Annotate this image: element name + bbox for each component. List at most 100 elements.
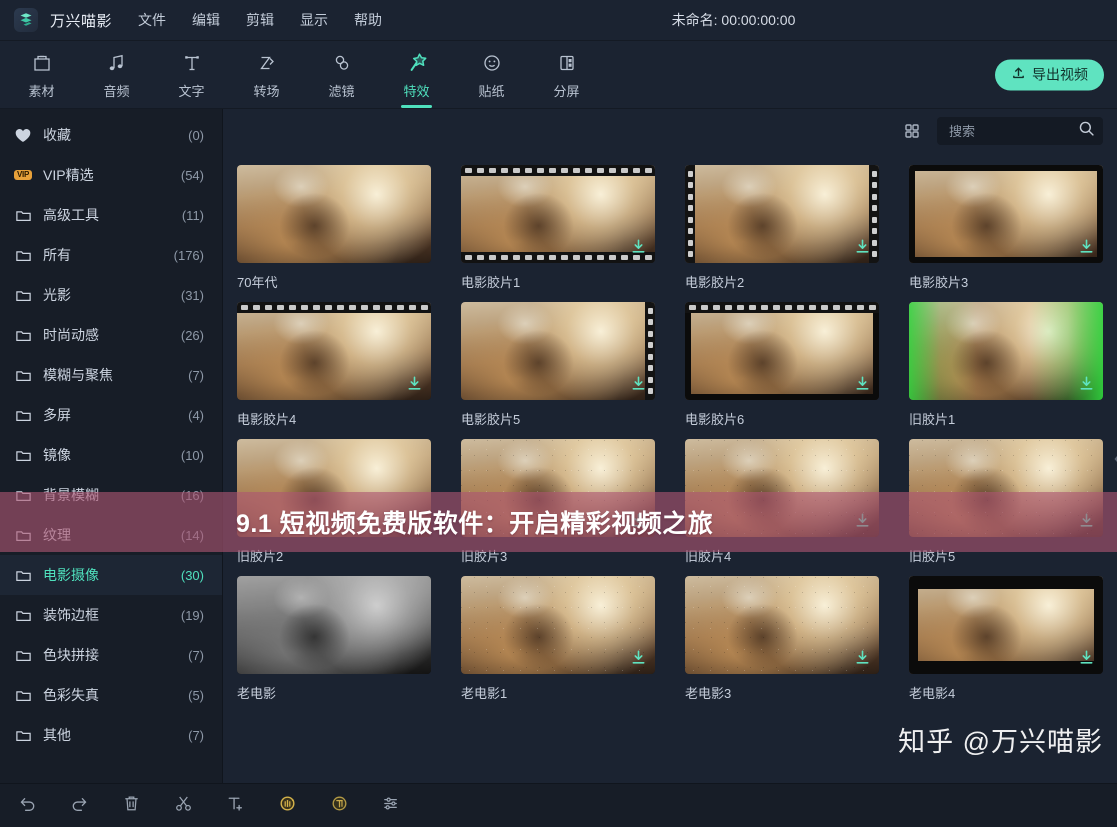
download-icon[interactable]: [853, 237, 871, 255]
adjust-button[interactable]: [378, 793, 404, 819]
add-text-icon: [225, 793, 246, 819]
redo-button[interactable]: [66, 793, 92, 819]
effect-cell[interactable]: 电影胶片2: [685, 153, 879, 290]
sidebar-item-8[interactable]: 镜像 (10): [0, 435, 222, 475]
effect-thumbnail[interactable]: [461, 302, 655, 400]
download-icon[interactable]: [1077, 374, 1095, 392]
download-icon[interactable]: [1077, 648, 1095, 666]
sidebar-item-15[interactable]: 其他 (7): [0, 715, 222, 755]
effect-cell[interactable]: 旧胶片5: [909, 427, 1103, 564]
effect-cell[interactable]: 旧胶片2: [237, 427, 431, 564]
tab-split-screen[interactable]: 分屏: [529, 41, 604, 108]
effect-thumbnail[interactable]: [909, 439, 1103, 537]
tab-text[interactable]: 文字: [154, 41, 229, 108]
download-icon[interactable]: [1077, 511, 1095, 529]
delete-button[interactable]: [118, 793, 144, 819]
download-icon[interactable]: [1077, 237, 1095, 255]
search-box[interactable]: [937, 117, 1103, 145]
effect-thumbnail[interactable]: [461, 165, 655, 263]
tab-sticker[interactable]: 贴纸: [454, 41, 529, 108]
download-icon[interactable]: [405, 374, 423, 392]
search-input[interactable]: [949, 123, 1072, 139]
effect-cell[interactable]: 70年代: [237, 153, 431, 290]
download-icon[interactable]: [853, 648, 871, 666]
undo-button[interactable]: [14, 793, 40, 819]
sidebar-item-9[interactable]: 背景模糊 (16): [0, 475, 222, 515]
sidebar-item-4[interactable]: 光影 (31): [0, 275, 222, 315]
sidebar-item-5[interactable]: 时尚动感 (26): [0, 315, 222, 355]
tab-audio[interactable]: 音频: [79, 41, 154, 108]
effect-cell[interactable]: 老电影: [237, 564, 431, 701]
tab-filter[interactable]: 滤镜: [304, 41, 379, 108]
folder-icon: [14, 367, 32, 384]
download-icon[interactable]: [629, 374, 647, 392]
tab-transition[interactable]: 转场: [229, 41, 304, 108]
effect-cell[interactable]: 电影胶片1: [461, 153, 655, 290]
sidebar-collapse-handle[interactable]: [1112, 442, 1117, 476]
sidebar-item-12[interactable]: 装饰边框 (19): [0, 595, 222, 635]
add-text-button[interactable]: [222, 793, 248, 819]
effect-thumbnail[interactable]: [685, 302, 879, 400]
download-icon[interactable]: [629, 237, 647, 255]
wondershare-logo-icon: [14, 8, 38, 32]
split-button[interactable]: [170, 793, 196, 819]
effect-thumbnail[interactable]: [237, 576, 431, 674]
effect-cell[interactable]: 老电影1: [461, 564, 655, 701]
menu-item-clip[interactable]: 剪辑: [246, 10, 274, 30]
sidebar-item-3[interactable]: 所有 (176): [0, 235, 222, 275]
effect-thumbnail[interactable]: [909, 576, 1103, 674]
sidebar-item-0[interactable]: 收藏 (0): [0, 115, 222, 155]
export-video-button[interactable]: 导出视频: [995, 59, 1104, 90]
menu-item-edit[interactable]: 编辑: [192, 10, 220, 30]
effect-cell[interactable]: 电影胶片5: [461, 290, 655, 427]
download-icon[interactable]: [853, 511, 871, 529]
effects-panel: 70年代 电影胶片1 电影胶片2 电影胶片3 电影胶片4 电影胶片5 电影胶片6 旧胶片1 旧胶…: [223, 109, 1117, 783]
effect-cell[interactable]: 电影胶片6: [685, 290, 879, 427]
effect-thumbnail[interactable]: [237, 165, 431, 263]
sidebar-item-count: (11): [181, 207, 204, 223]
effect-cell[interactable]: 老电影3: [685, 564, 879, 701]
effects-grid-scroll[interactable]: 70年代 电影胶片1 电影胶片2 电影胶片3 电影胶片4 电影胶片5 电影胶片6 旧胶片1 旧胶…: [223, 153, 1117, 783]
effect-thumbnail[interactable]: [461, 439, 655, 537]
menu-item-file[interactable]: 文件: [138, 10, 166, 30]
effect-thumbnail[interactable]: [685, 576, 879, 674]
search-icon[interactable]: [1078, 120, 1095, 142]
tab-filter-label: 滤镜: [328, 83, 355, 99]
effect-thumbnail[interactable]: [237, 439, 431, 537]
tab-effects[interactable]: 特效: [379, 41, 454, 108]
effect-thumbnail[interactable]: [685, 439, 879, 537]
effect-thumbnail[interactable]: [237, 302, 431, 400]
speed-button[interactable]: [326, 793, 352, 819]
effect-cell[interactable]: 旧胶片3: [461, 427, 655, 564]
effect-cell[interactable]: 旧胶片4: [685, 427, 879, 564]
effect-thumbnail[interactable]: [909, 165, 1103, 263]
sidebar-item-13[interactable]: 色块拼接 (7): [0, 635, 222, 675]
sidebar-item-6[interactable]: 模糊与聚焦 (7): [0, 355, 222, 395]
effect-cell[interactable]: 电影胶片3: [909, 153, 1103, 290]
grid-view-icon[interactable]: [899, 118, 925, 144]
sidebar-item-7[interactable]: 多屏 (4): [0, 395, 222, 435]
effect-thumbnail[interactable]: [685, 165, 879, 263]
folder-icon: [14, 247, 32, 264]
effect-cell[interactable]: 电影胶片4: [237, 290, 431, 427]
sidebar-item-1[interactable]: VIP VIP精选 (54): [0, 155, 222, 195]
sidebar-item-2[interactable]: 高级工具 (11): [0, 195, 222, 235]
download-icon[interactable]: [853, 374, 871, 392]
tab-media-label: 素材: [28, 83, 55, 99]
detach-audio-button[interactable]: [274, 793, 300, 819]
download-icon[interactable]: [629, 511, 647, 529]
menu-item-view[interactable]: 显示: [300, 10, 328, 30]
sidebar-item-count: (19): [180, 607, 204, 623]
effect-thumbnail[interactable]: [461, 576, 655, 674]
adjust-sliders-icon: [381, 793, 402, 819]
filter-rings-icon: [331, 50, 353, 76]
effect-thumbnail[interactable]: [909, 302, 1103, 400]
menu-item-help[interactable]: 帮助: [354, 10, 382, 30]
sidebar-item-10[interactable]: 纹理 (14): [0, 515, 222, 555]
effect-cell[interactable]: 老电影4: [909, 564, 1103, 701]
download-icon[interactable]: [629, 648, 647, 666]
sidebar-item-14[interactable]: 色彩失真 (5): [0, 675, 222, 715]
sidebar-item-11[interactable]: 电影摄像 (30): [0, 555, 222, 595]
tab-media[interactable]: 素材: [4, 41, 79, 108]
effect-cell[interactable]: 旧胶片1: [909, 290, 1103, 427]
